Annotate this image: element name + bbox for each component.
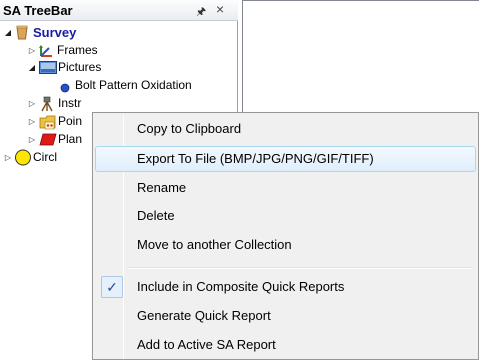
menu-item-label: Generate Quick Report [137,308,271,323]
pin-icon[interactable]: 🖈 [196,3,206,22]
menu-item-export-to-file[interactable]: Export To File (BMP/JPG/PNG/GIF/TIFF) [95,146,476,172]
menu-item-label: Rename [137,180,187,195]
tree-label-circles: Circl [33,150,57,164]
menu-item-label: Copy to Clipboard [137,121,242,136]
menu-item-label: Add to Active SA Report [137,337,276,352]
close-icon[interactable]: × [216,1,224,17]
tree-label-frames: Frames [57,43,98,57]
menu-item-delete[interactable]: Delete [95,203,476,229]
tree-node-instruments[interactable]: ▷ Instr [0,95,92,112]
menu-item-copy-to-clipboard[interactable]: Copy to Clipboard [95,116,476,142]
circle-icon [14,149,32,166]
tree-label-planes: Plan [58,132,83,146]
survey-cup-icon [14,25,30,40]
menu-item-label: Delete [137,208,175,223]
tree-node-picture-item[interactable]: Bolt Pattern Oxidation [0,77,240,94]
tree-label-points: Poin [58,114,83,128]
tree-node-planes[interactable]: ▷ Plan [0,131,92,148]
menu-item-label: Move to another Collection [137,237,292,252]
tree-label-picture-item: Bolt Pattern Oxidation [75,78,192,92]
tree-node-survey[interactable]: ◢ Survey [0,24,230,41]
menu-item-generate-quick-report[interactable]: Generate Quick Report [95,303,476,329]
picture-icon [39,60,57,75]
expand-arrow-icon[interactable]: ▷ [27,113,37,130]
menu-separator [127,267,472,269]
tree-label-pictures: Pictures [58,60,102,74]
instrument-tripod-icon [39,96,55,112]
panel-title: SA TreeBar [3,3,73,18]
tree-node-pictures[interactable]: ◢ Pictures [0,59,230,76]
tree-label-instruments: Instr [58,96,82,110]
tree-node-frames[interactable]: ▷ Frames [0,42,230,59]
points-folder-icon [39,114,56,130]
plane-icon [39,132,57,147]
panel-header: SA TreeBar 🖈 × [0,0,238,21]
context-menu: Copy to Clipboard Export To File (BMP/JP… [92,112,479,360]
tree-node-circles[interactable]: ▷ Circl [0,149,92,166]
expand-arrow-icon[interactable]: ▷ [27,42,37,59]
menu-item-label: Include in Composite Quick Reports [137,279,345,294]
tree-node-points[interactable]: ▷ Poin [0,113,92,130]
menu-item-include-in-composite[interactable]: ✓ Include in Composite Quick Reports [95,274,476,300]
collapse-arrow-icon[interactable]: ◢ [27,59,37,76]
menu-item-label: Export To File (BMP/JPG/PNG/GIF/TIFF) [137,151,374,166]
menu-item-rename[interactable]: Rename [95,175,476,201]
menu-item-move-to-collection[interactable]: Move to another Collection [95,232,476,258]
expand-arrow-icon[interactable]: ▷ [3,149,13,166]
frame-axes-icon [39,43,55,58]
bullet-icon [60,81,70,93]
menu-item-add-to-active-report[interactable]: Add to Active SA Report [95,332,476,358]
expand-arrow-icon[interactable]: ▷ [27,95,37,112]
checkmark-icon: ✓ [101,276,123,298]
expand-arrow-icon[interactable]: ▷ [27,131,37,148]
tree-label-survey: Survey [33,25,77,40]
collapse-arrow-icon[interactable]: ◢ [3,24,13,41]
